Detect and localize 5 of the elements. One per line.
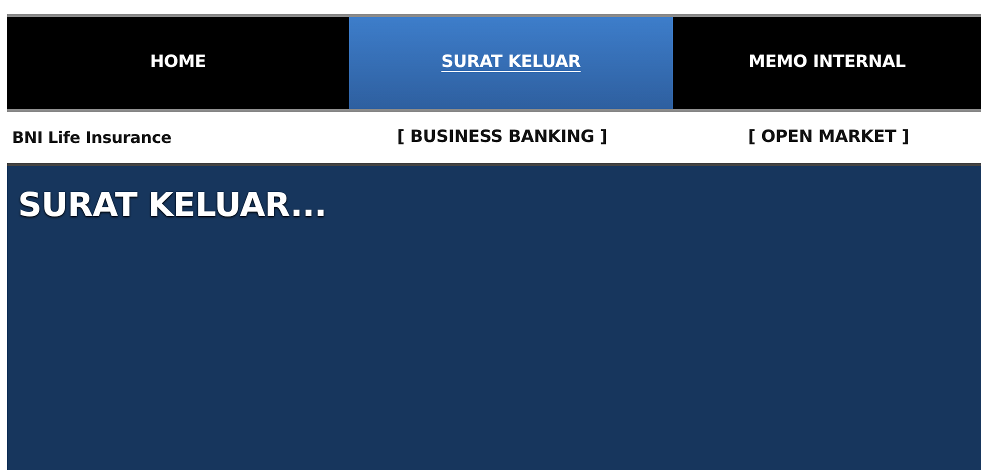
company-name: BNI Life Insurance	[11, 128, 172, 146]
page-title: SURAT KELUAR...	[18, 184, 326, 226]
section-link[interactable]: [ BUSINESS BANKING ]	[349, 126, 608, 147]
section-link[interactable]: [ OPEN MARKET ]	[673, 126, 910, 147]
nav-tab[interactable]: SURAT KELUAR	[349, 17, 673, 109]
